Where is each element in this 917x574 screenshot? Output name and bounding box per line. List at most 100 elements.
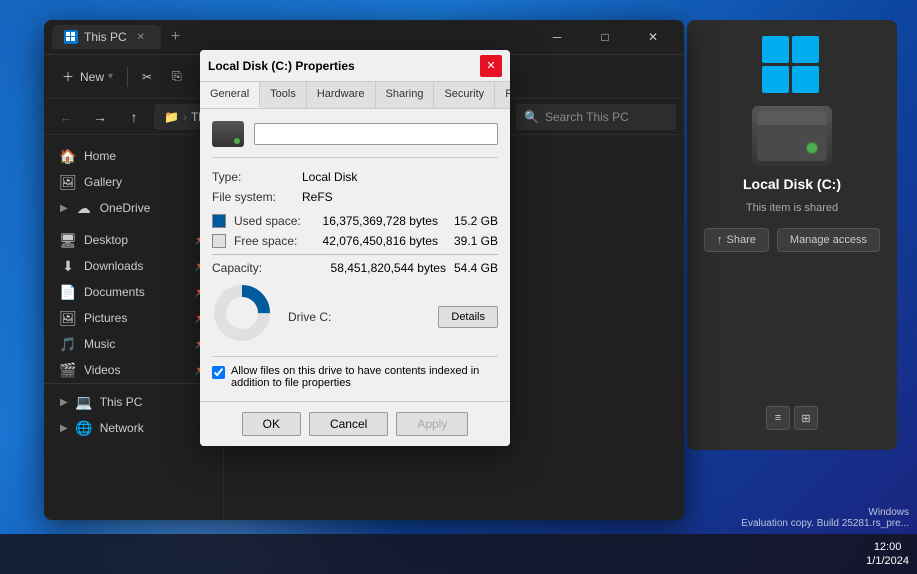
sidebar-label-music: Music (84, 337, 115, 351)
capacity-gb: 54.4 GB (454, 261, 498, 275)
sidebar-label-documents: Documents (84, 285, 145, 299)
filesystem-value: ReFS (302, 190, 333, 204)
desktop: This PC ✕ + ─ □ ✕ ＋ New ▾ ✂ ⎘ (0, 0, 917, 574)
manage-access-button[interactable]: Manage access (777, 228, 880, 252)
hdd-icon (752, 106, 832, 166)
donut-chart (212, 283, 272, 346)
dialog-title-bar: Local Disk (C:) Properties ✕ (200, 50, 510, 82)
details-button[interactable]: Details (438, 306, 498, 328)
sidebar-label-desktop: Desktop (84, 233, 128, 247)
desktop-icon: 🖥 (60, 232, 76, 248)
tab-general[interactable]: General (200, 82, 260, 108)
new-button[interactable]: ＋ New ▾ (52, 65, 121, 89)
grid-view-button[interactable]: ⊞ (794, 406, 818, 430)
network-expand-icon: ▶ (60, 423, 68, 434)
path-separator: › (183, 110, 187, 124)
sidebar-label-downloads: Downloads (84, 259, 143, 273)
sidebar-item-music[interactable]: 🎵 Music 📌 (48, 331, 219, 357)
used-space-bytes: 16,375,369,728 bytes (323, 214, 438, 228)
forward-button[interactable]: → (86, 103, 114, 131)
drive-label: Drive C: (288, 310, 331, 324)
windows-logo (762, 36, 822, 96)
downloads-icon: ⬇ (60, 258, 76, 274)
home-icon: 🏠 (60, 148, 76, 164)
taskbar-date: 1/1/2024 (866, 554, 909, 568)
maximize-button[interactable]: □ (582, 22, 628, 52)
sidebar-item-documents[interactable]: 📄 Documents 📌 (48, 279, 219, 305)
drive-label-area: Drive C: Details (288, 302, 498, 328)
copy-button[interactable]: ⎘ (164, 65, 190, 88)
new-icon: ＋ (60, 69, 76, 85)
tab-hardware[interactable]: Hardware (307, 82, 376, 108)
right-panel-subtitle: This item is shared (746, 202, 838, 214)
music-icon: 🎵 (60, 336, 76, 352)
type-label: Type: (212, 170, 302, 184)
window-controls: ─ □ ✕ (534, 22, 676, 52)
free-color-swatch (212, 234, 226, 248)
share-button-panel[interactable]: ↑ Share (704, 228, 769, 252)
tab-security[interactable]: Security (434, 82, 495, 108)
up-button[interactable]: ↑ (120, 103, 148, 131)
tab-close-button[interactable]: ✕ (133, 29, 149, 45)
index-checkbox[interactable] (212, 366, 225, 379)
dialog-title: Local Disk (C:) Properties (208, 59, 480, 73)
tab-tools[interactable]: Tools (260, 82, 307, 108)
sidebar-item-home[interactable]: 🏠 Home (48, 143, 219, 169)
gallery-icon: 🖼 (60, 174, 76, 190)
close-button[interactable]: ✕ (630, 22, 676, 52)
pictures-icon: 🖼 (60, 310, 76, 326)
list-view-button[interactable]: ≡ (766, 406, 790, 430)
documents-icon: 📄 (60, 284, 76, 300)
sidebar-label-home: Home (84, 149, 116, 163)
dialog-close-button[interactable]: ✕ (480, 55, 502, 77)
taskbar-time: 12:00 (866, 540, 909, 554)
free-space-gb: 39.1 GB (454, 234, 498, 248)
search-placeholder: Search This PC (545, 110, 629, 124)
taskbar-right: 12:00 1/1/2024 (866, 540, 909, 569)
properties-dialog: Local Disk (C:) Properties ✕ General Too… (200, 50, 510, 446)
sidebar-item-onedrive[interactable]: ▶ ☁ OneDrive (48, 195, 219, 221)
back-button[interactable]: ← (52, 103, 80, 131)
sidebar-label-network: Network (100, 421, 144, 435)
cancel-button[interactable]: Cancel (309, 412, 388, 436)
tab-sharing[interactable]: Sharing (376, 82, 435, 108)
videos-icon: 🎬 (60, 362, 76, 378)
sidebar-item-desktop[interactable]: 🖥 Desktop 📌 (48, 227, 219, 253)
used-space-row: Used space: 16,375,369,728 bytes 15.2 GB (212, 214, 498, 228)
cut-button[interactable]: ✂ (134, 66, 160, 88)
tab-previous-versions[interactable]: Previous Versions (495, 82, 510, 108)
sidebar-item-network[interactable]: ▶ 🌐 Network (48, 415, 219, 441)
search-box[interactable]: 🔍 Search This PC (516, 104, 676, 130)
capacity-bytes: 58,451,820,544 bytes (331, 261, 446, 275)
thispc-expand-icon: ▶ (60, 397, 68, 408)
free-space-row: Free space: 42,076,450,816 bytes 39.1 GB (212, 234, 498, 248)
network-icon: 🌐 (76, 420, 92, 436)
apply-button[interactable]: Apply (396, 412, 468, 436)
new-chevron-icon: ▾ (108, 71, 113, 82)
sidebar-label-onedrive: OneDrive (100, 201, 151, 215)
dialog-tabs: General Tools Hardware Sharing Security … (200, 82, 510, 109)
dialog-header (212, 121, 498, 158)
sidebar-item-downloads[interactable]: ⬇ Downloads 📌 (48, 253, 219, 279)
right-panel: Local Disk (C:) This item is shared ↑ Sh… (687, 20, 897, 450)
minimize-button[interactable]: ─ (534, 22, 580, 52)
sidebar-item-pictures[interactable]: 🖼 Pictures 📌 (48, 305, 219, 331)
dialog-body: Type: Local Disk File system: ReFS Used … (200, 109, 510, 401)
windows-info: Windows Evaluation copy. Build 25281.rs_… (741, 507, 909, 529)
expand-icon: ▶ (60, 203, 68, 214)
sidebar-item-videos[interactable]: 🎬 Videos 📌 (48, 357, 219, 383)
drive-name-input[interactable] (254, 123, 498, 145)
sidebar-item-gallery[interactable]: 🖼 Gallery (48, 169, 219, 195)
onedrive-icon: ☁ (76, 200, 92, 216)
sidebar-label-gallery: Gallery (84, 175, 122, 189)
checkbox-row: Allow files on this drive to have conten… (212, 356, 498, 389)
sidebar-label-pictures: Pictures (84, 311, 127, 325)
sidebar-item-thispc[interactable]: ▶ 💻 This PC (48, 389, 219, 415)
new-tab-button[interactable]: + (165, 26, 186, 48)
tab-icon (64, 30, 78, 44)
type-value: Local Disk (302, 170, 357, 184)
drive-label-row: Drive C: Details (288, 306, 498, 328)
ok-button[interactable]: OK (242, 412, 301, 436)
share-icon-panel: ↑ (717, 234, 723, 246)
explorer-tab[interactable]: This PC ✕ (52, 25, 161, 49)
